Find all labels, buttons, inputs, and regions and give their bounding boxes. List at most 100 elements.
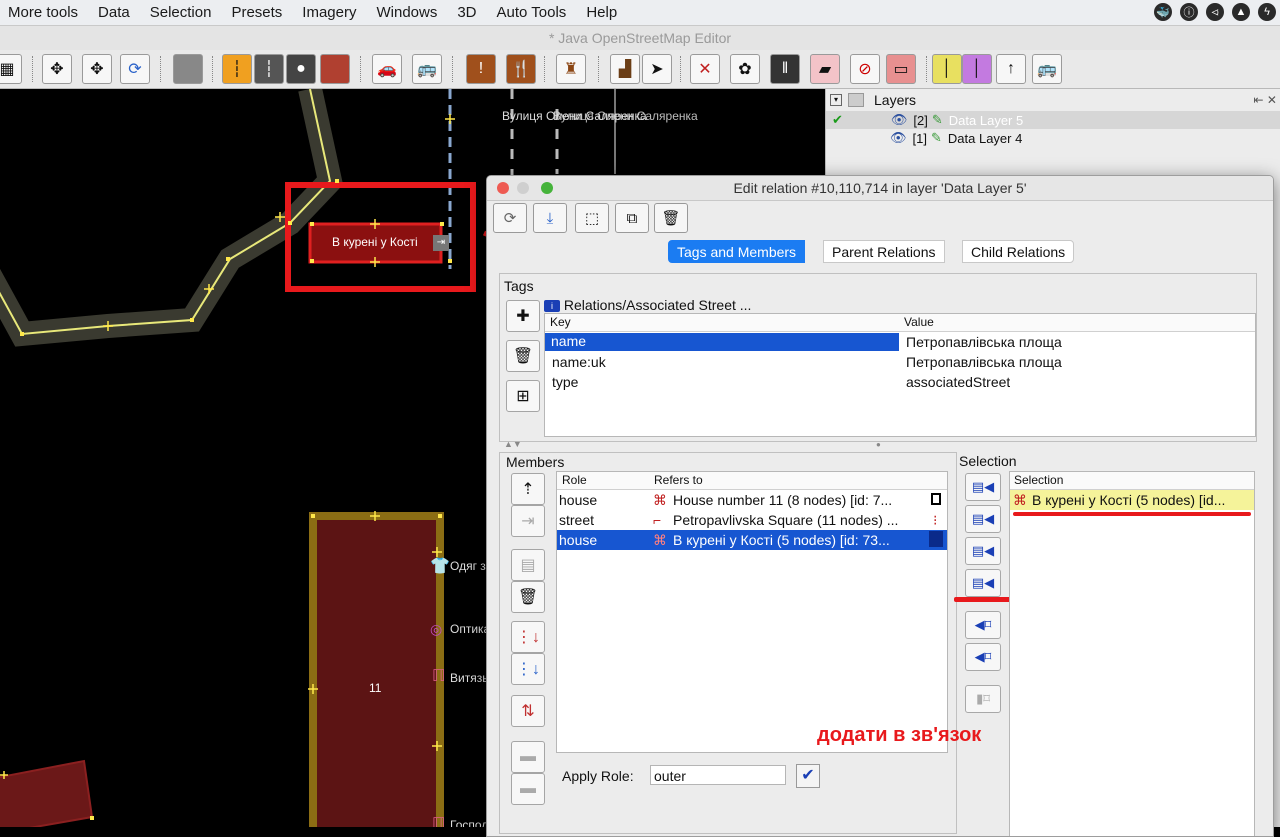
- visibility-icon[interactable]: 👁: [890, 130, 907, 146]
- member-row-selected[interactable]: house ⌘ В курені у Кості (5 nodes) [id: …: [557, 530, 947, 550]
- sort-members-button[interactable]: ⋮↓: [511, 621, 545, 653]
- layer-row[interactable]: ✔ 👁 [2] ✎ Data Layer 5: [826, 111, 1280, 129]
- member-role[interactable]: house: [559, 532, 597, 548]
- selection-table[interactable]: Selection ⌘ В курені у Кості (5 nodes) […: [1009, 471, 1255, 836]
- notification-icon[interactable]: ⏿: [1206, 3, 1224, 21]
- selection-item[interactable]: В курені у Кості (5 nodes) [id...: [1032, 492, 1254, 508]
- bus-icon[interactable]: 🚌: [412, 54, 442, 84]
- member-ref[interactable]: В курені у Кості (5 nodes) [id: 73...: [673, 532, 927, 548]
- member-ref[interactable]: Petropavlivska Square (11 nodes) ...: [673, 512, 927, 528]
- ticket-icon[interactable]: ▰: [810, 54, 840, 84]
- menu-more-tools[interactable]: More tools: [0, 4, 88, 21]
- members-table[interactable]: Role Refers to house ⌘ House number 11 (…: [556, 471, 948, 753]
- relation-icon[interactable]: ✿: [730, 54, 760, 84]
- wireframe-icon[interactable]: ▦: [0, 54, 22, 84]
- traffic-light-icon[interactable]: ●: [286, 54, 316, 84]
- paste-tags-button[interactable]: ⊞: [506, 380, 540, 412]
- add-last-button[interactable]: ▤◀: [965, 569, 1001, 597]
- visibility-icon[interactable]: 👁: [891, 112, 908, 128]
- move-down-member-button[interactable]: ▬: [511, 741, 545, 773]
- yellow-line-icon[interactable]: │: [932, 54, 962, 84]
- tag-key[interactable]: name: [545, 333, 899, 351]
- duplicate-icon[interactable]: ⧉: [615, 203, 649, 233]
- tag-value[interactable]: Петропавлівська площа: [906, 354, 1062, 370]
- select-members-icon[interactable]: ⬚: [575, 203, 609, 233]
- menu-presets[interactable]: Presets: [221, 4, 292, 21]
- member-ref[interactable]: House number 11 (8 nodes) [id: 7...: [673, 492, 927, 508]
- menu-windows[interactable]: Windows: [366, 4, 447, 21]
- factory-icon[interactable]: ▟: [610, 54, 640, 84]
- select-in-relation-button[interactable]: ◀⌑: [965, 643, 1001, 671]
- member-role[interactable]: house: [559, 492, 597, 508]
- minimize-window-button[interactable]: [517, 182, 529, 194]
- road-icon[interactable]: ┆: [254, 54, 284, 84]
- tags-table[interactable]: Key Value name Петропавлівська площа nam…: [544, 313, 1256, 437]
- remove-selected-button[interactable]: ◀⌑: [965, 611, 1001, 639]
- collapse-icon[interactable]: ▾: [830, 94, 842, 106]
- docker-icon[interactable]: 🐳: [1154, 3, 1172, 21]
- add-before-button[interactable]: ▤◀: [965, 505, 1001, 533]
- select-icon[interactable]: ➤: [642, 54, 672, 84]
- delete-icon[interactable]: 🗑: [654, 203, 688, 233]
- street-icon[interactable]: ┆: [222, 54, 252, 84]
- apply-role-button[interactable]: ✔: [796, 764, 820, 788]
- reverse-members-button[interactable]: ⇅: [511, 695, 545, 727]
- imagery-icon[interactable]: [173, 54, 203, 84]
- add-tag-button[interactable]: ✚: [506, 300, 540, 332]
- remove-member-button[interactable]: 🗑: [511, 581, 545, 613]
- sort-below-button[interactable]: ⋮↓: [511, 653, 545, 685]
- close-window-button[interactable]: [497, 182, 509, 194]
- disabled-button[interactable]: ▮⌑: [965, 685, 1001, 713]
- add-after-button[interactable]: ▤◀: [965, 537, 1001, 565]
- menu-imagery[interactable]: Imagery: [292, 4, 366, 21]
- cross-icon[interactable]: ✕: [690, 54, 720, 84]
- warning-icon[interactable]: !: [466, 54, 496, 84]
- delete-tag-button[interactable]: 🗑: [506, 340, 540, 372]
- vpn-icon[interactable]: ▲: [1232, 3, 1250, 21]
- sign-icon[interactable]: ▭: [886, 54, 916, 84]
- apply-role-input[interactable]: outer: [650, 765, 786, 785]
- bus-stop-icon[interactable]: 🚌: [1032, 54, 1062, 84]
- layer-row[interactable]: 👁 [1] ✎ Data Layer 4: [826, 129, 1280, 147]
- close-icon[interactable]: ⇤ ✕: [1254, 93, 1277, 107]
- move-up-member-button[interactable]: ⇡: [511, 473, 545, 505]
- tag-key[interactable]: type: [552, 374, 578, 390]
- railway-icon[interactable]: ‖: [770, 54, 800, 84]
- car-icon[interactable]: 🚗: [372, 54, 402, 84]
- member-role[interactable]: street: [559, 512, 594, 528]
- member-row[interactable]: street ⌐ Petropavlivska Square (11 nodes…: [557, 510, 947, 530]
- tag-row[interactable]: name:uk Петропавлівська площа: [545, 352, 1255, 372]
- zoom-window-button[interactable]: [541, 182, 553, 194]
- purple-line-icon[interactable]: │: [962, 54, 992, 84]
- tab-child-relations[interactable]: Child Relations: [962, 240, 1075, 263]
- menu-auto-tools[interactable]: Auto Tools: [487, 4, 577, 21]
- add-first-button[interactable]: ▤◀: [965, 473, 1001, 501]
- castle-icon[interactable]: ♜: [556, 54, 586, 84]
- tag-row[interactable]: name Петропавлівська площа: [545, 332, 1255, 352]
- tab-tags-and-members[interactable]: Tags and Members: [668, 240, 806, 263]
- restaurant-icon[interactable]: 🍴: [506, 54, 536, 84]
- member-row[interactable]: house ⌘ House number 11 (8 nodes) [id: 7…: [557, 490, 947, 510]
- selection-row[interactable]: ⌘ В курені у Кості (5 nodes) [id...: [1010, 490, 1254, 510]
- menu-selection[interactable]: Selection: [140, 4, 222, 21]
- menu-3d[interactable]: 3D: [447, 4, 486, 21]
- tag-value[interactable]: associatedStreet: [906, 374, 1010, 390]
- info-icon[interactable]: ⓘ: [1180, 3, 1198, 21]
- power-icon[interactable]: ϟ: [1258, 3, 1276, 21]
- refresh-icon[interactable]: ⟳: [120, 54, 150, 84]
- tag-value[interactable]: Петропавлівська площа: [906, 334, 1062, 350]
- snap-icon[interactable]: ✥: [82, 54, 112, 84]
- move-bottom-member-button[interactable]: ▬: [511, 773, 545, 805]
- edit-member-button[interactable]: ⇥: [511, 505, 545, 537]
- download-icon[interactable]: ⤓: [533, 203, 567, 233]
- menu-data[interactable]: Data: [88, 4, 140, 21]
- snap-icon[interactable]: ✥: [42, 54, 72, 84]
- no-turn-icon[interactable]: ⊘: [850, 54, 880, 84]
- building-icon[interactable]: [320, 54, 350, 84]
- splitter-handle[interactable]: ●: [876, 440, 881, 449]
- menu-help[interactable]: Help: [576, 4, 627, 21]
- tag-row[interactable]: type associatedStreet: [545, 372, 1255, 392]
- tag-key[interactable]: name:uk: [552, 354, 606, 370]
- download-member-button[interactable]: ▤: [511, 549, 545, 581]
- tab-parent-relations[interactable]: Parent Relations: [823, 240, 945, 263]
